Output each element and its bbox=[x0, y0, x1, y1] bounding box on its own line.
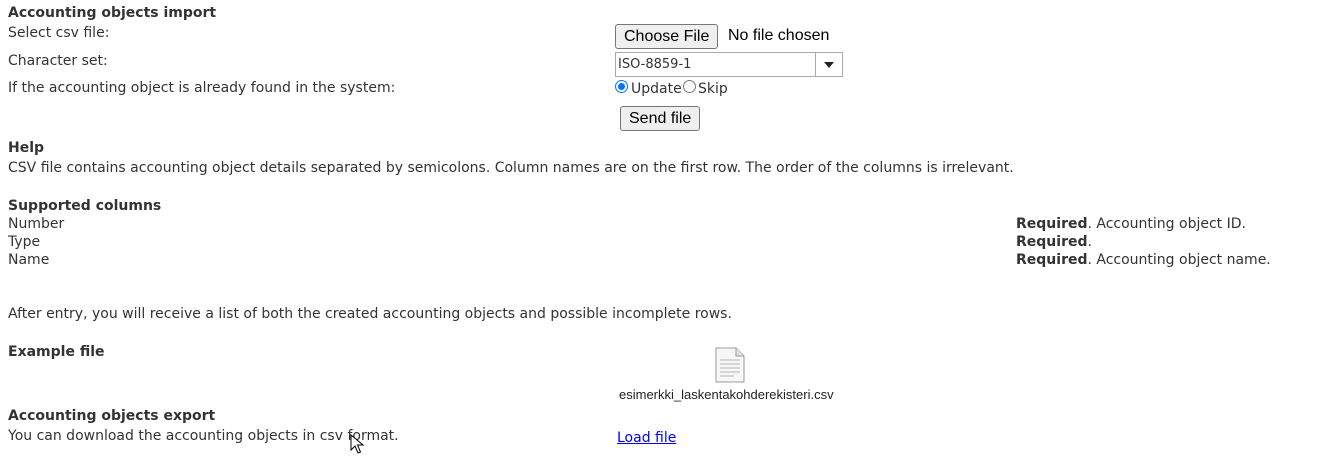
required-label: Required bbox=[1016, 234, 1088, 250]
import-title: Accounting objects import bbox=[8, 5, 217, 21]
duplicate-handling-label: If the accounting object is already foun… bbox=[8, 80, 396, 96]
column-description: . bbox=[1087, 234, 1092, 250]
load-file-link[interactable]: Load file bbox=[617, 430, 676, 446]
column-desc-name: Required. Accounting object name. bbox=[1016, 252, 1271, 268]
charset-select[interactable]: ISO-8859-1 bbox=[615, 52, 843, 77]
column-name-name: Name bbox=[8, 252, 50, 268]
help-text: CSV file contains accounting object deta… bbox=[8, 160, 1014, 176]
select-csv-label: Select csv file: bbox=[8, 25, 110, 41]
choose-file-button[interactable]: Choose File bbox=[615, 24, 719, 49]
document-icon[interactable] bbox=[714, 347, 746, 387]
charset-selected-value: ISO-8859-1 bbox=[618, 57, 692, 72]
after-entry-text: After entry, you will receive a list of … bbox=[8, 306, 732, 322]
supported-columns-title: Supported columns bbox=[8, 198, 162, 214]
send-file-button[interactable]: Send file bbox=[620, 106, 701, 131]
example-file-title: Example file bbox=[8, 344, 105, 360]
update-option-label[interactable]: Update bbox=[631, 81, 682, 97]
column-desc-number: Required. Accounting object ID. bbox=[1016, 216, 1246, 232]
skip-option-label[interactable]: Skip bbox=[698, 81, 728, 97]
required-label: Required bbox=[1016, 252, 1088, 268]
help-title: Help bbox=[8, 140, 45, 156]
column-desc-type: Required. bbox=[1016, 234, 1092, 250]
mouse-cursor-icon bbox=[350, 433, 365, 458]
skip-radio[interactable] bbox=[683, 80, 696, 93]
charset-label: Character set: bbox=[8, 53, 108, 69]
column-name-type: Type bbox=[8, 234, 41, 250]
update-radio[interactable] bbox=[615, 80, 628, 93]
export-title: Accounting objects export bbox=[8, 408, 216, 424]
chevron-down-icon[interactable] bbox=[815, 53, 842, 76]
column-description: . Accounting object ID. bbox=[1087, 216, 1246, 232]
column-name-number: Number bbox=[8, 216, 65, 232]
column-description: . Accounting object name. bbox=[1087, 252, 1271, 268]
example-filename[interactable]: esimerkki_laskentakohderekisteri.csv bbox=[619, 387, 834, 402]
required-label: Required bbox=[1016, 216, 1088, 232]
export-text: You can download the accounting objects … bbox=[8, 428, 399, 444]
no-file-chosen-text: No file chosen bbox=[728, 27, 830, 44]
